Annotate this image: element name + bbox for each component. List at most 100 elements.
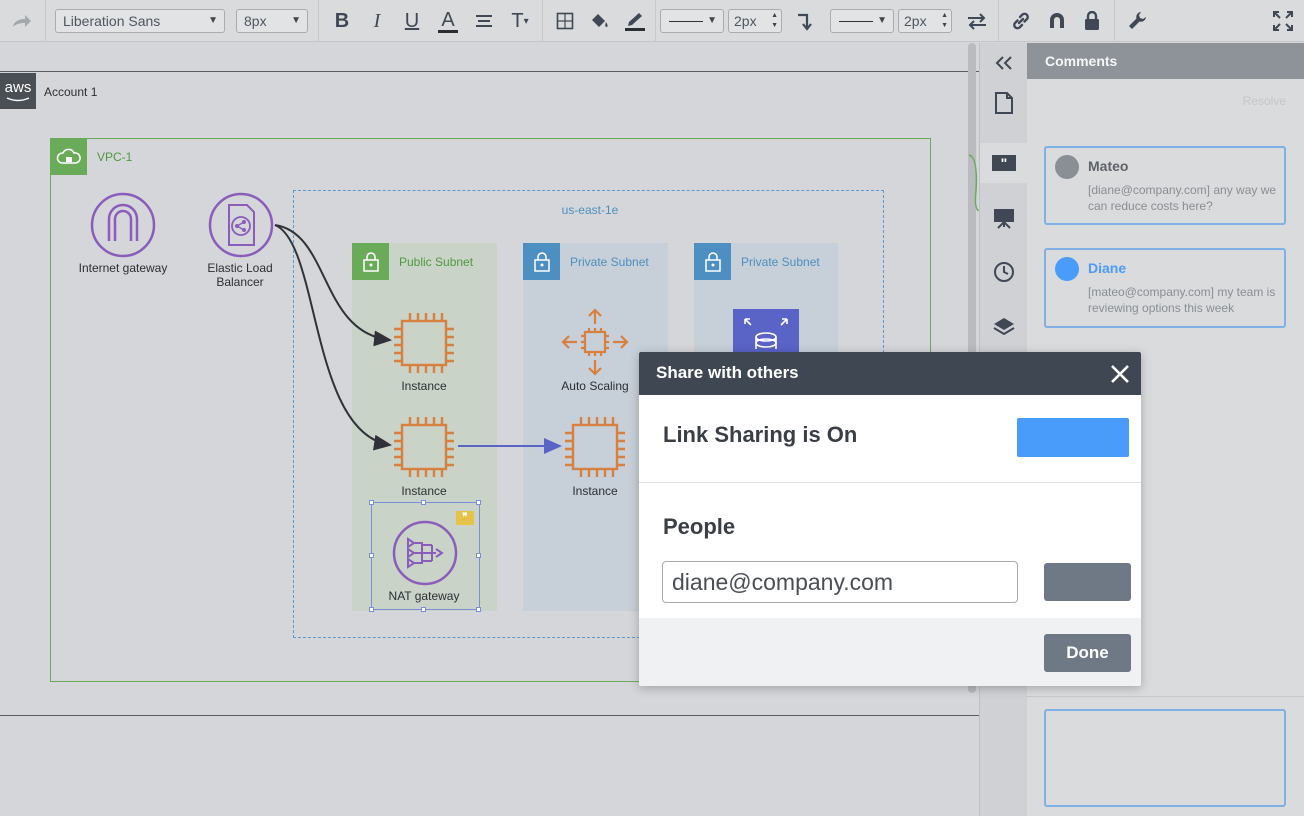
done-button[interactable]: Done [1044,634,1131,672]
page-panel-button[interactable] [980,83,1028,123]
dialog-header: Share with others [639,352,1141,395]
lock-button[interactable] [1078,0,1106,42]
link-button[interactable] [1007,0,1035,42]
clock-icon [994,262,1014,282]
ec2-instance-icon[interactable] [390,309,458,377]
fullscreen-button[interactable] [1268,0,1298,42]
close-icon [1111,365,1129,383]
app-window: Liberation Sans ▼ 8px ▼ B I U A T ▾ ▼ 2p… [0,0,1304,816]
resize-handle[interactable] [421,607,426,612]
internet-gateway-label: Internet gateway [78,261,168,275]
align-button[interactable] [471,0,497,42]
line-style-icon [839,21,873,22]
border-icon [556,12,574,30]
wrench-icon [1129,12,1146,29]
ec2-instance-icon[interactable] [561,413,629,481]
comment-text: [diane@company.com] any way we can reduc… [1088,183,1277,213]
database-icon[interactable] [733,309,799,353]
link-sharing-title: Link Sharing is On [663,422,858,447]
magnet-icon [1050,13,1064,28]
internet-gateway-icon[interactable] [89,191,157,259]
bold-button[interactable]: B [330,0,354,42]
font-family-value: Liberation Sans [63,13,161,29]
dialog-divider [639,482,1141,483]
font-size-value: 8px [244,13,267,29]
underline-button[interactable]: U [400,0,424,42]
fullscreen-icon [1273,11,1293,31]
line-color-button[interactable] [622,0,648,42]
nat-gateway-icon[interactable] [390,519,460,587]
toolbar: Liberation Sans ▼ 8px ▼ B I U A T ▾ ▼ 2p… [0,0,1304,42]
dialog-footer: Done [639,618,1141,686]
font-color-icon: A [441,8,455,31]
line-style-select[interactable]: ▼ [660,9,724,33]
share-dialog: Share with others Link Sharing is On Peo… [639,352,1141,686]
offscreen-connector [968,154,979,211]
resize-handle[interactable] [476,607,481,612]
resize-handle[interactable] [476,500,481,505]
comment-quote-icon: " [992,155,1016,171]
comment-author: Mateo [1088,158,1129,174]
chevron-down-icon: ▼ [877,15,887,26]
resize-handle[interactable] [369,500,374,505]
comment-text: [mateo@company.com] my team is reviewing… [1088,285,1276,315]
magnet-button[interactable] [1043,0,1071,42]
history-panel-button[interactable] [980,252,1028,292]
collapse-panel-button[interactable] [980,43,1028,83]
font-size-select[interactable]: 8px ▼ [236,9,308,33]
people-email-input[interactable] [662,561,1018,603]
comment-author: Diane [1088,260,1127,276]
close-button[interactable] [1104,358,1136,390]
comment-reply-input[interactable] [1044,709,1286,807]
connector-width-value: 2px [904,13,927,29]
text-options-button[interactable]: T ▾ [506,0,534,42]
font-family-select[interactable]: Liberation Sans ▼ [55,9,225,33]
bold-icon: B [334,9,350,32]
chevron-down-icon: ▼ [707,15,717,26]
chevron-down-icon: ▼ [291,15,301,26]
comments-header: Comments [1027,43,1304,79]
ec2-instance-icon[interactable] [390,413,458,481]
comment-card[interactable]: Mateo [diane@company.com] any way we can… [1044,146,1286,225]
line-width-stepper[interactable]: 2px ▲ ▼ [728,9,782,33]
load-balancer-icon[interactable] [207,191,275,259]
layers-panel-button[interactable] [980,307,1028,347]
link-sharing-toggle-button[interactable] [1017,418,1129,457]
resize-handle[interactable] [476,553,481,558]
presentation-panel-button[interactable] [980,198,1028,238]
elbow-connector-icon [798,13,812,31]
connector-style-button[interactable] [792,0,820,42]
comment-card[interactable]: Diane [mateo@company.com] my team is rev… [1044,248,1286,328]
stepper-arrows-icon[interactable]: ▲ ▼ [941,11,948,31]
font-color-button[interactable]: A [435,0,461,42]
svg-text:": " [1001,155,1008,171]
instance-1-label: Instance [401,379,447,393]
invite-button[interactable] [1044,563,1131,601]
auto-scaling-icon[interactable] [560,307,630,377]
comments-panel-button[interactable]: " [980,143,1028,183]
double-chevron-left-icon [995,56,1012,70]
pencil-icon [628,12,642,26]
connector-line-select[interactable]: ▼ [830,9,894,33]
border-button[interactable] [552,0,578,42]
redo-icon[interactable] [8,0,36,42]
resize-handle[interactable] [369,553,374,558]
resize-handle[interactable] [369,607,374,612]
nat-gateway-label: NAT gateway [388,589,460,603]
fill-color-button[interactable] [587,0,613,42]
resize-handle[interactable] [421,500,426,505]
font-color-swatch [438,29,458,33]
align-center-icon [476,15,492,27]
auto-scaling-label: Auto Scaling [561,379,629,393]
resolve-link[interactable]: Resolve [1243,94,1286,108]
italic-button[interactable]: I [365,0,389,42]
stepper-arrows-icon[interactable]: ▲ ▼ [771,11,778,31]
connector-width-stepper[interactable]: 2px ▲ ▼ [898,9,952,33]
italic-icon: I [373,9,381,32]
link-icon [1013,12,1029,30]
text-options-icon: T [511,9,524,32]
swap-arrows-button[interactable] [963,0,991,42]
line-style-icon [669,21,703,22]
wrench-button[interactable] [1124,0,1152,42]
page-icon [995,92,1013,114]
